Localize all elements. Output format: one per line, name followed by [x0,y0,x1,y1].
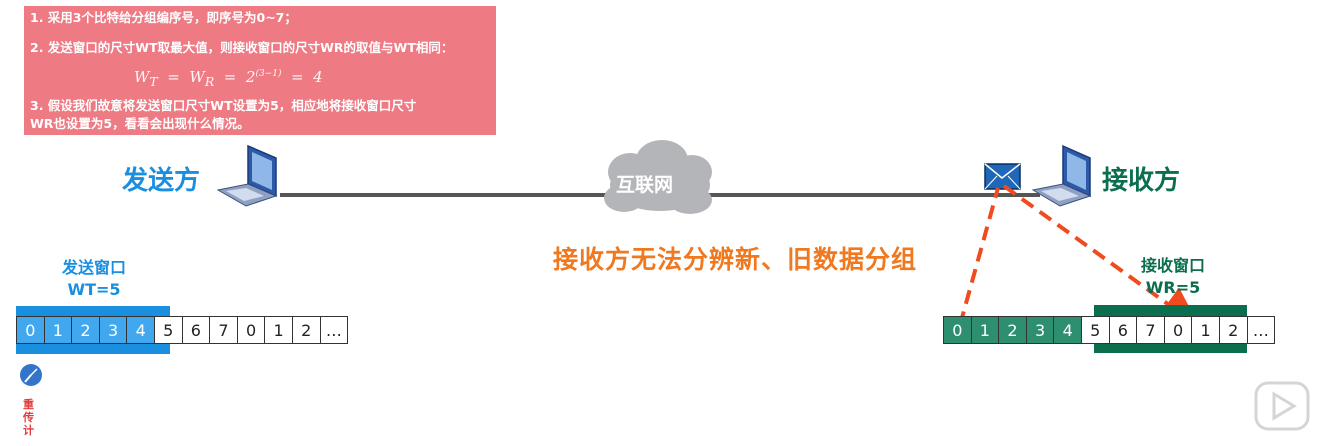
seq-cell: 4 [1053,316,1082,344]
seq-cell: 7 [1136,316,1165,344]
seq-cell: 1 [1191,316,1220,344]
receiver-window-size: WR=5 [1145,278,1201,297]
seq-cell: 2 [1218,316,1248,344]
receiver-window-title: 接收窗口 [1140,256,1205,275]
packet-arrow [1002,184,1200,328]
seq-cell: 0 [943,316,972,344]
packet-envelope-icon [984,163,1021,190]
sender-window-label: 发送窗口 WT=5 [40,257,148,301]
internet-label: 互联网 [616,174,674,196]
sender-window-title: 发送窗口 [61,258,126,277]
seq-cell: … [319,316,349,344]
seq-cell: 1 [264,316,293,344]
seq-cell: 1 [43,316,73,344]
seq-cell: 2 [71,316,100,344]
seq-cell: 2 [291,316,321,344]
seq-cell: 0 [16,316,45,344]
play-button-icon [1254,381,1310,431]
seq-cell: 5 [153,316,183,344]
packet-path-line [958,187,1000,326]
retransmission-timer-label: 重传计 [23,398,34,437]
sender-laptop-icon [216,144,278,207]
problem-caption: 接收方无法分辨新、旧数据分组 [553,245,918,274]
receiver-window-label: 接收窗口 WR=5 [1118,255,1228,299]
sender-label: 发送方 [122,166,201,196]
seq-cell: 0 [236,316,266,344]
seq-cell: 3 [98,316,128,344]
seq-cell: 7 [209,316,238,344]
seq-cell: 6 [1108,316,1138,344]
sender-window-size: WT=5 [67,280,121,299]
receiver-label: 接收方 [1102,166,1181,196]
seq-cell: 4 [126,316,155,344]
seq-cell: 1 [970,316,1000,344]
receiver-laptop-icon [1031,144,1092,207]
receiver-sequence: 0 1 2 3 4 5 6 7 0 1 2… [943,316,1276,344]
seq-cell: … [1246,316,1276,344]
seq-cell: 6 [181,316,211,344]
seq-cell: 5 [1080,316,1110,344]
seq-cell: 2 [998,316,1027,344]
diagram-graphics [20,140,1310,431]
seq-cell: 0 [1163,316,1193,344]
retransmission-timer-icon [20,364,42,386]
seq-cell: 3 [1025,316,1055,344]
sender-sequence: 0 1 2 3 4 5 6 7 0 1 2… [16,316,349,344]
